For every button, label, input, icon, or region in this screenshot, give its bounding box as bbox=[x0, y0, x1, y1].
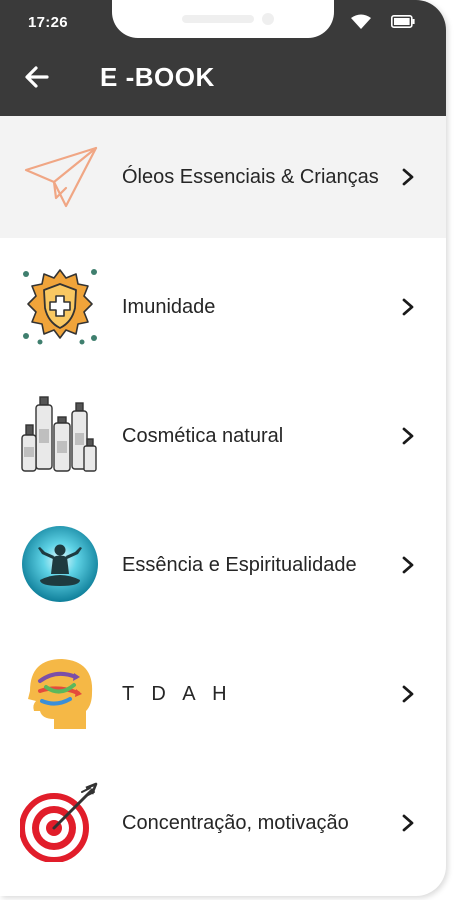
cosmetic-bottles-icon bbox=[21, 396, 97, 472]
menu-item-label: Cosmética natural bbox=[122, 425, 284, 447]
menu-item-label: Essência e Espiritualidade bbox=[122, 554, 357, 576]
menu-item-oleos-essenciais[interactable]: Óleos Essenciais & Crianças bbox=[0, 116, 446, 238]
paper-plane-icon bbox=[24, 146, 98, 208]
target-arrow-icon bbox=[20, 782, 98, 862]
chevron-right-icon bbox=[402, 814, 414, 832]
arrow-left-icon[interactable] bbox=[22, 62, 52, 92]
shield-plus-icon bbox=[23, 269, 97, 345]
speaker-grill bbox=[182, 15, 254, 23]
meditation-icon bbox=[22, 526, 98, 602]
menu-item-concentracao-motivacao[interactable]: Concentração, motivação bbox=[0, 762, 446, 884]
menu-item-label: Imunidade bbox=[122, 296, 216, 318]
chevron-right-icon bbox=[402, 168, 414, 186]
status-time: 17:26 bbox=[28, 14, 68, 31]
menu-item-label: Óleos Essenciais & Crianças bbox=[122, 166, 379, 188]
wifi-icon bbox=[351, 14, 371, 29]
chevron-right-icon bbox=[402, 427, 414, 445]
menu-item-cosmetica-natural[interactable]: Cosmética natural bbox=[0, 375, 446, 497]
front-camera bbox=[262, 13, 274, 25]
page-title: E -BOOK bbox=[100, 62, 215, 92]
menu-item-label: T D A H bbox=[122, 683, 233, 705]
head-brain-icon bbox=[28, 659, 93, 729]
device-notch bbox=[112, 0, 334, 38]
chevron-right-icon bbox=[402, 556, 414, 574]
chevron-right-icon bbox=[402, 298, 414, 316]
menu-item-tdah[interactable]: T D A H bbox=[0, 633, 446, 755]
menu-item-imunidade[interactable]: Imunidade bbox=[0, 246, 446, 368]
chevron-right-icon bbox=[402, 685, 414, 703]
menu-item-essencia-espiritualidade[interactable]: Essência e Espiritualidade bbox=[0, 504, 446, 626]
battery-icon bbox=[391, 15, 415, 28]
app-header: 17:26 E -BOOK bbox=[0, 0, 446, 116]
menu-item-label: Concentração, motivação bbox=[122, 812, 349, 834]
phone-screen: 17:26 E -BOOK Óleos Essenciais & Criança… bbox=[0, 0, 446, 896]
